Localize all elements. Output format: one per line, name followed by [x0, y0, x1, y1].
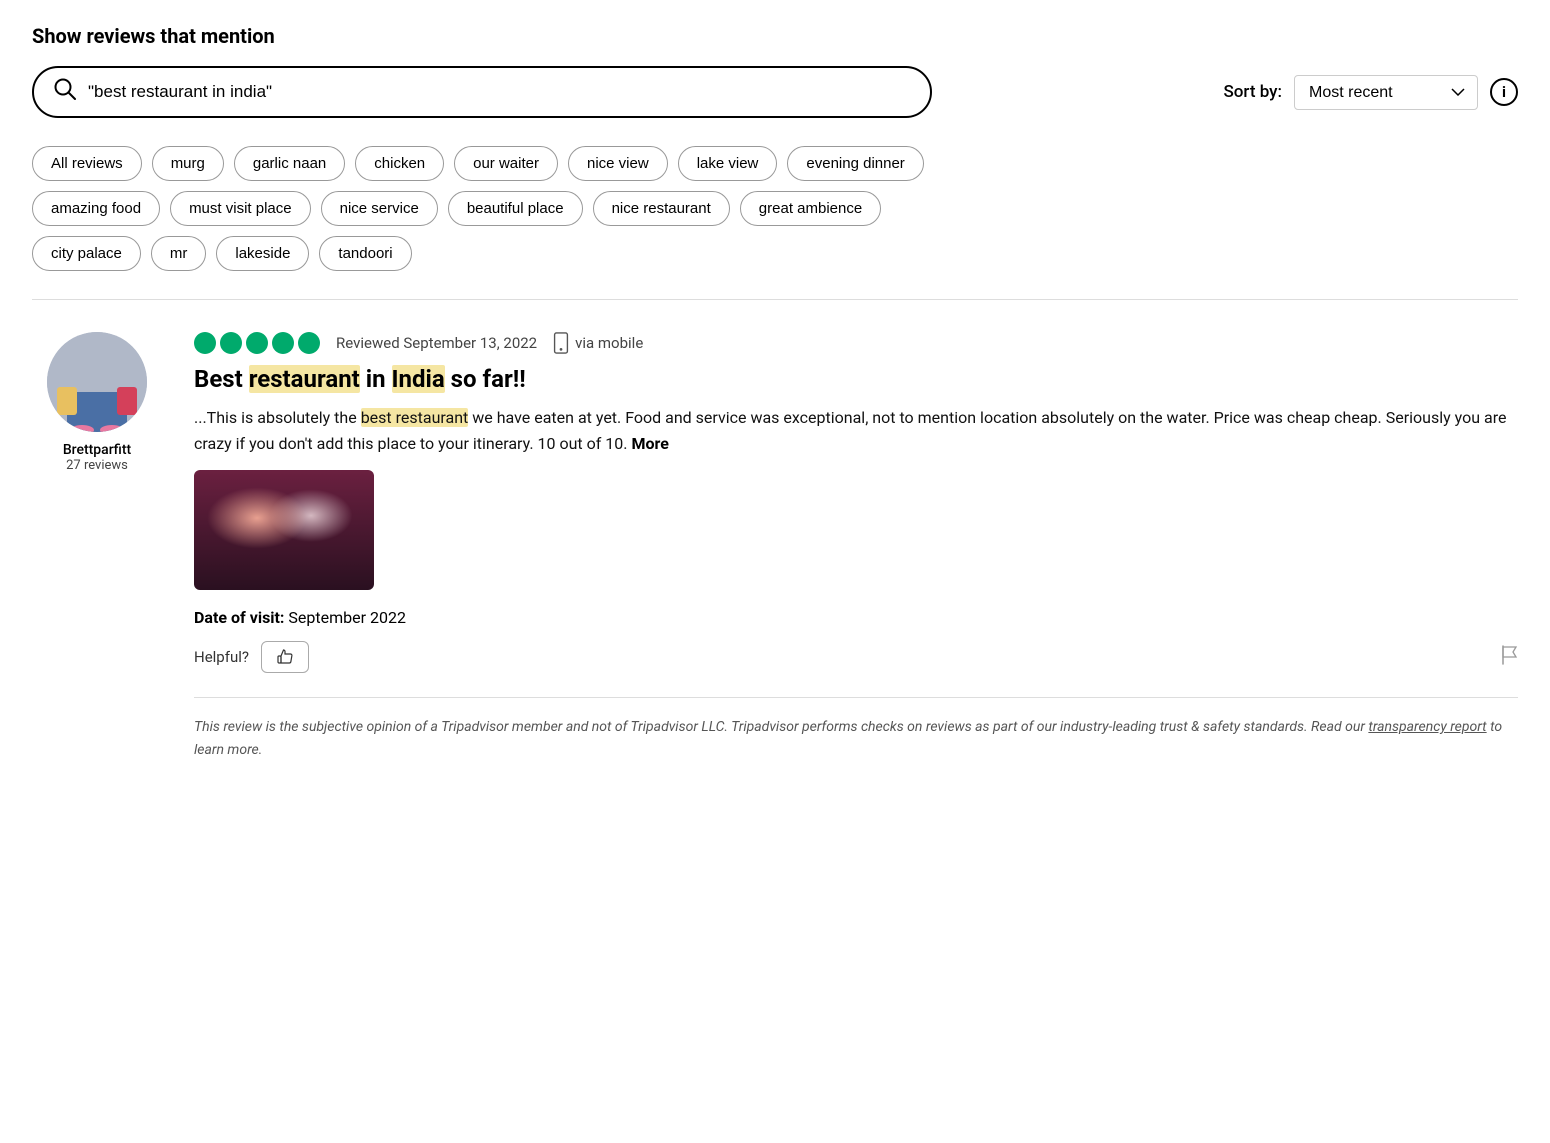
section-title: Show reviews that mention [32, 24, 1518, 48]
sort-label: Sort by: [1223, 82, 1282, 102]
search-icon [54, 78, 76, 106]
tag-chip[interactable]: nice service [321, 191, 438, 226]
disclaimer: This review is the subjective opinion of… [194, 697, 1518, 761]
star [272, 332, 294, 354]
title-in: in [360, 365, 392, 393]
transparency-report-link[interactable]: transparency report [1368, 719, 1486, 735]
title-rest: so far!! [445, 365, 526, 393]
tag-chip[interactable]: chicken [355, 146, 444, 181]
review-content: Reviewed September 13, 2022 via mobile B… [194, 332, 1518, 761]
sort-row: Sort by: Most recentMost helpfulRating: … [1223, 75, 1518, 110]
divider [32, 299, 1518, 300]
review-body: ...This is absolutely the best restauran… [194, 405, 1518, 456]
tag-chip[interactable]: great ambience [740, 191, 881, 226]
search-input[interactable] [88, 82, 910, 102]
review-title: Best restaurant in India so far!! [194, 364, 1518, 395]
tag-chip[interactable]: nice restaurant [593, 191, 730, 226]
thumbs-up-icon [276, 648, 294, 666]
flag-icon[interactable] [1500, 645, 1518, 670]
info-icon[interactable]: i [1490, 78, 1518, 106]
tags-row-2: amazing food must visit place nice service… [32, 191, 1518, 226]
tags-row-1: All reviews murg garlic naan chicken our wai… [32, 146, 1518, 181]
date-of-visit: Date of visit: September 2022 [194, 608, 1518, 627]
tag-chip[interactable]: our waiter [454, 146, 558, 181]
reviewer-info: Brettparfitt 27 reviews [32, 332, 162, 473]
tag-chip[interactable]: lakeside [216, 236, 309, 271]
review-meta: Reviewed September 13, 2022 via mobile [194, 332, 1518, 354]
review-top: Brettparfitt 27 reviews Reviewed Septemb… [32, 332, 1518, 761]
title-restaurant: restaurant [249, 365, 360, 393]
tag-chip[interactable]: amazing food [32, 191, 160, 226]
title-best: Best [194, 365, 249, 393]
helpful-row: Helpful? [194, 641, 1518, 673]
review-date: Reviewed September 13, 2022 [336, 334, 537, 352]
tag-chip[interactable]: evening dinner [787, 146, 923, 181]
search-row: Sort by: Most recentMost helpfulRating: … [32, 66, 1518, 118]
tag-chip[interactable]: must visit place [170, 191, 311, 226]
star [246, 332, 268, 354]
tags-row-3: city palace mr lakeside tandoori [32, 236, 1518, 271]
avatar [47, 332, 147, 432]
review-photo-inner [194, 470, 374, 590]
via-mobile: via mobile [553, 332, 643, 354]
tag-chip[interactable]: murg [152, 146, 224, 181]
reviewer-name: Brettparfitt [63, 442, 131, 458]
reviewer-count: 27 reviews [66, 458, 128, 473]
review-photo[interactable] [194, 470, 374, 590]
tag-chip[interactable]: city palace [32, 236, 141, 271]
tag-chip[interactable]: tandoori [319, 236, 411, 271]
stars [194, 332, 320, 354]
tag-chip[interactable]: garlic naan [234, 146, 345, 181]
search-box [32, 66, 932, 118]
star [194, 332, 216, 354]
tag-chip[interactable]: beautiful place [448, 191, 583, 226]
tag-chip[interactable]: lake view [678, 146, 778, 181]
helpful-label: Helpful? [194, 648, 249, 666]
star [298, 332, 320, 354]
title-india: India [392, 365, 445, 393]
thumbs-up-button[interactable] [261, 641, 309, 673]
tag-chip[interactable]: mr [151, 236, 207, 271]
page-container: Show reviews that mention Sort by: Most … [32, 24, 1518, 761]
more-link[interactable]: More [631, 434, 668, 453]
review-section: Brettparfitt 27 reviews Reviewed Septemb… [32, 324, 1518, 761]
sort-select[interactable]: Most recentMost helpfulRating: high to l… [1294, 75, 1478, 110]
tag-chip[interactable]: All reviews [32, 146, 142, 181]
tag-chip[interactable]: nice view [568, 146, 668, 181]
star [220, 332, 242, 354]
tags-section: All reviews murg garlic naan chicken our wai… [32, 146, 1518, 271]
